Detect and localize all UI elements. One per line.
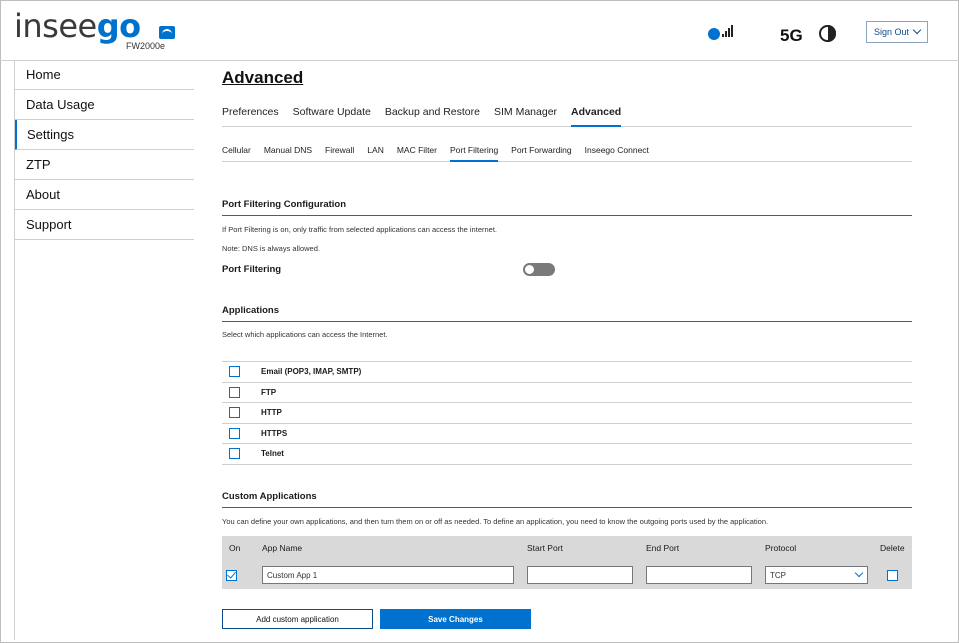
- protocol-select[interactable]: TCP: [765, 566, 868, 584]
- start-port-input[interactable]: [527, 566, 633, 584]
- sidebar-item-about[interactable]: About: [14, 180, 194, 210]
- port-filtering-toggle[interactable]: [523, 263, 555, 276]
- sidebar-item-ztp[interactable]: ZTP: [14, 150, 194, 180]
- subtab-mac-filter[interactable]: MAC Filter: [397, 145, 437, 162]
- col-on: On: [229, 543, 241, 553]
- app-label: HTTPS: [261, 428, 288, 438]
- page-title: Advanced: [222, 68, 304, 87]
- tab-sim-manager[interactable]: SIM Manager: [494, 106, 557, 127]
- sign-out-button[interactable]: Sign Out: [866, 21, 928, 43]
- protocol-value: TCP: [770, 570, 786, 580]
- applications-section-title: Applications: [222, 305, 912, 322]
- list-item: FTP: [222, 383, 912, 403]
- tab-preferences[interactable]: Preferences: [222, 106, 279, 127]
- subtab-manual-dns[interactable]: Manual DNS: [264, 145, 312, 162]
- custom-section-title: Custom Applications: [222, 491, 912, 508]
- subtab-port-filtering[interactable]: Port Filtering: [449, 145, 499, 162]
- custom-description: You can define your own applications, an…: [222, 517, 769, 526]
- sign-out-label: Sign Out: [873, 27, 910, 37]
- signal-icon: [708, 25, 740, 41]
- network-type: 5G: [780, 26, 803, 45]
- app-label: Email (POP3, IMAP, SMTP): [261, 367, 362, 377]
- signal-bars-icon: [722, 25, 733, 37]
- subtab-inseego-connect[interactable]: Inseego Connect: [585, 145, 649, 162]
- col-end-port: End Port: [646, 543, 680, 553]
- model-label: FW2000e: [126, 41, 166, 51]
- chevron-down-icon: [912, 25, 922, 35]
- add-custom-application-button[interactable]: Add custom application: [222, 609, 373, 629]
- sub-tabs: Cellular Manual DNS Firewall LAN MAC Fil…: [222, 145, 912, 162]
- save-changes-button[interactable]: Save Changes: [380, 609, 531, 629]
- signal-badge-icon: [708, 28, 720, 40]
- col-delete: Delete: [880, 543, 905, 553]
- tab-advanced[interactable]: Advanced: [571, 106, 622, 127]
- list-item: HTTP: [222, 403, 912, 424]
- subtab-port-forwarding[interactable]: Port Forwarding: [511, 145, 571, 162]
- app-checkbox-telnet[interactable]: [229, 448, 240, 460]
- app-label: Telnet: [261, 449, 284, 459]
- subtab-firewall[interactable]: Firewall: [325, 145, 354, 162]
- battery-icon: [819, 25, 836, 42]
- sidebar: Home Data Usage Settings ZTP About Suppo…: [14, 60, 194, 240]
- config-section-title: Port Filtering Configuration: [222, 199, 912, 216]
- app-checkbox-http[interactable]: [229, 407, 240, 419]
- app-name-input[interactable]: Custom App 1: [262, 566, 514, 584]
- list-item: HTTPS: [222, 424, 912, 444]
- list-item: Email (POP3, IMAP, SMTP): [222, 362, 912, 383]
- app-label: FTP: [261, 387, 277, 397]
- sidebar-item-support[interactable]: Support: [14, 210, 194, 240]
- sidebar-item-home[interactable]: Home: [14, 60, 194, 90]
- inseego-logo: inseego: [14, 7, 141, 45]
- main-tabs: Preferences Software Update Backup and R…: [222, 106, 912, 127]
- port-filtering-label: Port Filtering: [222, 264, 282, 275]
- subtab-cellular[interactable]: Cellular: [222, 145, 251, 162]
- app-checkbox-https[interactable]: [229, 427, 240, 439]
- sidebar-border: [14, 60, 15, 640]
- col-app-name: App Name: [262, 543, 303, 553]
- custom-app-on-checkbox[interactable]: [226, 570, 237, 581]
- app-label: HTTP: [261, 408, 282, 418]
- config-description: If Port Filtering is on, only traffic fr…: [222, 225, 497, 234]
- dns-note: Note: DNS is always allowed.: [222, 244, 320, 253]
- sidebar-item-data-usage[interactable]: Data Usage: [14, 90, 194, 120]
- sidebar-item-settings[interactable]: Settings: [14, 120, 194, 150]
- chevron-down-icon: [854, 568, 864, 578]
- end-port-input[interactable]: [646, 566, 752, 584]
- list-item: Telnet: [222, 444, 912, 465]
- col-protocol: Protocol: [765, 543, 797, 553]
- delete-checkbox[interactable]: [887, 570, 898, 581]
- tab-backup-restore[interactable]: Backup and Restore: [385, 106, 480, 127]
- router-icon: [159, 26, 175, 39]
- app-checkbox-email[interactable]: [229, 366, 240, 378]
- applications-description: Select which applications can access the…: [222, 330, 388, 339]
- applications-list: Email (POP3, IMAP, SMTP) FTP HTTP HTTPS …: [222, 361, 912, 465]
- custom-table-header: On App Name Start Port End Port Protocol…: [222, 536, 912, 562]
- app-checkbox-ftp[interactable]: [229, 386, 240, 398]
- table-row: Custom App 1 TCP: [222, 562, 912, 589]
- col-start-port: Start Port: [527, 543, 563, 553]
- subtab-lan[interactable]: LAN: [367, 145, 384, 162]
- tab-software-update[interactable]: Software Update: [293, 106, 371, 127]
